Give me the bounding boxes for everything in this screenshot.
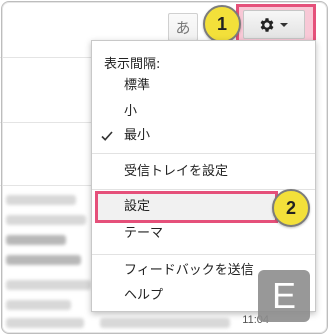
blurred-mail-row bbox=[6, 195, 76, 205]
divider bbox=[0, 57, 96, 58]
density-option-small[interactable]: 小 bbox=[92, 99, 315, 125]
menu-divider bbox=[92, 153, 315, 154]
density-option-minimum-label: 最小 bbox=[124, 128, 151, 143]
blurred-mail-row bbox=[6, 235, 66, 245]
callout-2: 2 bbox=[272, 189, 310, 227]
density-heading: 表示間隔: bbox=[104, 57, 161, 72]
blurred-mail-row bbox=[6, 318, 84, 328]
divider bbox=[0, 122, 96, 123]
blurred-mail-row bbox=[6, 300, 71, 310]
caret-down-icon bbox=[280, 23, 288, 27]
menu-divider bbox=[92, 254, 315, 255]
input-tools-button[interactable]: あ bbox=[168, 13, 198, 41]
menu-divider bbox=[92, 189, 315, 190]
gear-icon bbox=[260, 18, 274, 32]
settings-button[interactable] bbox=[243, 10, 305, 39]
blurred-mail-row bbox=[6, 280, 91, 290]
blurred-mail-row bbox=[6, 255, 81, 265]
inbox-settings-item[interactable]: 受信トレイを設定 bbox=[92, 159, 315, 185]
density-option-minimum[interactable]: 最小 bbox=[92, 123, 315, 149]
gmail-window: 11:04 あ 1 表示間隔: 標準 小 最小 受信トレイを設定 設定 テーマ … bbox=[0, 0, 329, 335]
watermark-logo: E bbox=[258, 270, 310, 322]
density-option-standard[interactable]: 標準 bbox=[92, 73, 315, 99]
callout-1: 1 bbox=[203, 5, 241, 43]
blurred-mail-row bbox=[6, 215, 86, 225]
divider bbox=[0, 185, 96, 186]
blurred-mail-row bbox=[100, 318, 230, 328]
check-icon bbox=[101, 131, 113, 141]
